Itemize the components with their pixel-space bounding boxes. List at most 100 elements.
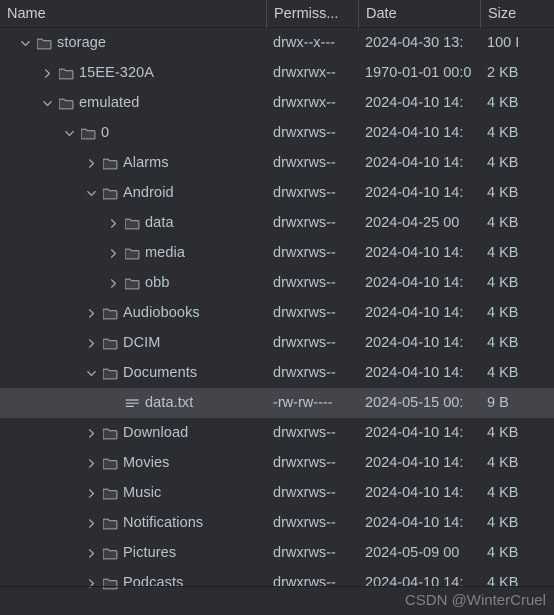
chevron-right-icon[interactable] — [82, 328, 100, 358]
chevron-right-icon[interactable] — [38, 58, 56, 88]
panel-bottom-divider — [0, 586, 554, 587]
node-label: DCIM — [123, 335, 161, 351]
cell-size: 4 KB — [487, 215, 519, 231]
node-label: 0 — [101, 125, 110, 141]
table-row[interactable]: Podcasts drwxrws-- 2024-04-10 14: 4 KB — [0, 568, 554, 598]
chevron-right-icon[interactable] — [82, 448, 100, 478]
cell-name: Download — [0, 418, 266, 448]
chevron-right-icon[interactable] — [82, 298, 100, 328]
cell-size: 4 KB — [487, 155, 519, 171]
chevron-down-icon[interactable] — [16, 28, 34, 58]
table-row[interactable]: data drwxrws-- 2024-04-25 00 4 KB — [0, 208, 554, 238]
file-tree-panel: Name Permiss... Date Size storage drwx--x… — [0, 0, 554, 615]
cell-date: 2024-04-10 14: — [365, 575, 464, 591]
cell-permissions: drwxrws-- — [273, 185, 336, 201]
node-label: media — [145, 245, 185, 261]
cell-permissions: drwxrws-- — [273, 155, 336, 171]
folder-icon — [122, 208, 142, 238]
cell-permissions: drwxrws-- — [273, 125, 336, 141]
cell-name: data — [0, 208, 266, 238]
table-row[interactable]: data.txt -rw-rw---- 2024-05-15 00: 9 B — [0, 388, 554, 418]
cell-date: 2024-04-10 14: — [365, 485, 464, 501]
cell-name: storage — [0, 28, 266, 58]
chevron-right-icon[interactable] — [104, 208, 122, 238]
chevron-right-icon[interactable] — [104, 268, 122, 298]
table-row[interactable]: Pictures drwxrws-- 2024-05-09 00 4 KB — [0, 538, 554, 568]
column-header-name[interactable]: Name — [0, 0, 266, 28]
chevron-right-icon[interactable] — [82, 478, 100, 508]
cell-size: 4 KB — [487, 515, 519, 531]
cell-size: 4 KB — [487, 185, 519, 201]
cell-permissions: drwxrws-- — [273, 485, 336, 501]
table-row[interactable]: Alarms drwxrws-- 2024-04-10 14: 4 KB — [0, 148, 554, 178]
table-row[interactable]: Download drwxrws-- 2024-04-10 14: 4 KB — [0, 418, 554, 448]
cell-date: 2024-04-10 14: — [365, 275, 464, 291]
chevron-down-icon[interactable] — [38, 88, 56, 118]
table-row[interactable]: 15EE-320A drwxrwx-- 1970-01-01 00:0 2 KB — [0, 58, 554, 88]
cell-date: 2024-05-15 00: — [365, 395, 464, 411]
cell-name: Documents — [0, 358, 266, 388]
table-row[interactable]: 0 drwxrws-- 2024-04-10 14: 4 KB — [0, 118, 554, 148]
node-label: Pictures — [123, 545, 177, 561]
column-header-permissions-label: Permiss... — [274, 5, 339, 22]
cell-name: Podcasts — [0, 568, 266, 598]
cell-name: emulated — [0, 88, 266, 118]
column-header-date[interactable]: Date — [358, 0, 480, 28]
table-row[interactable]: Music drwxrws-- 2024-04-10 14: 4 KB — [0, 478, 554, 508]
cell-permissions: drwxrwx-- — [273, 95, 336, 111]
cell-permissions: drwxrws-- — [273, 455, 336, 471]
node-label: Podcasts — [123, 575, 184, 591]
cell-permissions: drwx--x--- — [273, 35, 336, 51]
folder-icon — [100, 448, 120, 478]
chevron-right-icon[interactable] — [82, 148, 100, 178]
table-row[interactable]: Documents drwxrws-- 2024-04-10 14: 4 KB — [0, 358, 554, 388]
chevron-right-icon[interactable] — [82, 418, 100, 448]
column-header-size[interactable]: Size — [480, 0, 554, 28]
chevron-down-icon[interactable] — [82, 178, 100, 208]
table-row[interactable]: emulated drwxrwx-- 2024-04-10 14: 4 KB — [0, 88, 554, 118]
cell-name: obb — [0, 268, 266, 298]
table-row[interactable]: DCIM drwxrws-- 2024-04-10 14: 4 KB — [0, 328, 554, 358]
chevron-down-icon[interactable] — [82, 358, 100, 388]
tree-twisty-placeholder — [104, 388, 122, 418]
cell-size: 4 KB — [487, 245, 519, 261]
cell-name: Alarms — [0, 148, 266, 178]
chevron-right-icon[interactable] — [82, 568, 100, 598]
cell-permissions: -rw-rw---- — [273, 395, 333, 411]
column-header-name-label: Name — [7, 5, 46, 22]
folder-icon — [100, 148, 120, 178]
folder-icon — [100, 568, 120, 598]
folder-icon — [100, 478, 120, 508]
table-row[interactable]: Android drwxrws-- 2024-04-10 14: 4 KB — [0, 178, 554, 208]
cell-date: 2024-04-10 14: — [365, 155, 464, 171]
node-label: Music — [123, 485, 162, 501]
chevron-right-icon[interactable] — [104, 238, 122, 268]
cell-date: 2024-04-10 14: — [365, 95, 464, 111]
cell-size: 4 KB — [487, 455, 519, 471]
cell-size: 4 KB — [487, 485, 519, 501]
table-row[interactable]: Audiobooks drwxrws-- 2024-04-10 14: 4 KB — [0, 298, 554, 328]
cell-permissions: drwxrwx-- — [273, 65, 336, 81]
table-row[interactable]: media drwxrws-- 2024-04-10 14: 4 KB — [0, 238, 554, 268]
table-row[interactable]: Notifications drwxrws-- 2024-04-10 14: 4 KB — [0, 508, 554, 538]
cell-name: 15EE-320A — [0, 58, 266, 88]
column-header-date-label: Date — [366, 5, 397, 22]
table-row[interactable]: storage drwx--x--- 2024-04-30 13: 100 I — [0, 28, 554, 58]
node-label: storage — [57, 35, 107, 51]
cell-date: 1970-01-01 00:0 — [365, 65, 472, 81]
chevron-right-icon[interactable] — [82, 508, 100, 538]
cell-name: Notifications — [0, 508, 266, 538]
table-row[interactable]: Movies drwxrws-- 2024-04-10 14: 4 KB — [0, 448, 554, 478]
folder-icon — [122, 238, 142, 268]
cell-size: 4 KB — [487, 275, 519, 291]
node-label: Movies — [123, 455, 170, 471]
folder-icon — [100, 508, 120, 538]
cell-date: 2024-04-10 14: — [365, 335, 464, 351]
cell-permissions: drwxrws-- — [273, 545, 336, 561]
chevron-right-icon[interactable] — [82, 538, 100, 568]
cell-permissions: drwxrws-- — [273, 275, 336, 291]
table-row[interactable]: obb drwxrws-- 2024-04-10 14: 4 KB — [0, 268, 554, 298]
folder-icon — [122, 268, 142, 298]
column-header-permissions[interactable]: Permiss... — [266, 0, 358, 28]
chevron-down-icon[interactable] — [60, 118, 78, 148]
